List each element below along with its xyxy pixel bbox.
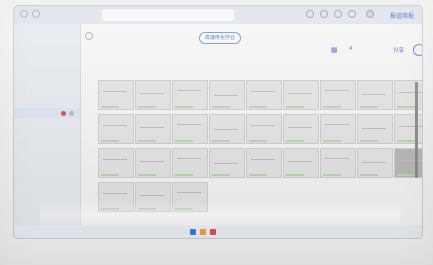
app-icon-blue[interactable]	[190, 229, 196, 235]
image-thumb[interactable]	[172, 148, 208, 178]
image-thumb[interactable]	[283, 114, 319, 144]
image-thumb[interactable]	[283, 148, 319, 178]
image-thumb[interactable]	[357, 80, 393, 110]
image-thumb[interactable]	[246, 114, 282, 144]
image-thumb[interactable]	[209, 114, 245, 144]
browser-tabbar: 报道简报	[14, 6, 422, 24]
image-thumb[interactable]	[209, 80, 245, 110]
image-thumb[interactable]	[320, 114, 356, 144]
back-icon[interactable]	[20, 10, 28, 18]
image-thumb[interactable]	[98, 148, 134, 178]
image-thumb[interactable]	[209, 148, 245, 178]
image-thumb[interactable]	[357, 148, 393, 178]
image-thumb[interactable]	[320, 80, 356, 110]
page-title-pill[interactable]: 高速传化作业	[199, 32, 242, 44]
refresh-icon[interactable]	[32, 10, 40, 18]
monitor-screen: 报道简报 高速传化作业 ▦ 4 分享	[14, 6, 422, 238]
status-dot-icon	[69, 111, 74, 116]
image-thumb[interactable]	[172, 80, 208, 110]
settings-icon[interactable]	[306, 10, 314, 18]
image-thumb[interactable]	[320, 148, 356, 178]
image-thumb[interactable]	[283, 80, 319, 110]
more-options-icon[interactable]	[413, 44, 422, 56]
image-thumb[interactable]	[172, 182, 208, 212]
browser-tab-active[interactable]	[102, 9, 234, 21]
image-thumb[interactable]	[98, 80, 134, 110]
count-badge: 4	[349, 46, 353, 52]
grid-view-icon[interactable]: ▦	[331, 46, 338, 54]
header-link[interactable]: 报道简报	[390, 11, 414, 20]
image-thumb[interactable]	[98, 114, 134, 144]
close-icon[interactable]	[85, 32, 93, 40]
image-thumb[interactable]	[135, 182, 171, 212]
image-thumb[interactable]	[246, 80, 282, 110]
image-thumb[interactable]	[172, 114, 208, 144]
alert-dot-icon	[61, 111, 66, 116]
image-thumb[interactable]	[357, 114, 393, 144]
image-thumb[interactable]	[135, 148, 171, 178]
image-thumb[interactable]	[135, 80, 171, 110]
user-avatar[interactable]	[366, 10, 374, 18]
star-icon[interactable]	[320, 10, 328, 18]
image-thumb[interactable]	[246, 148, 282, 178]
image-thumb[interactable]	[135, 114, 171, 144]
scrollbar[interactable]	[415, 82, 418, 178]
image-thumb[interactable]	[98, 182, 134, 212]
app-icon-orange[interactable]	[200, 229, 206, 235]
taskbar	[14, 225, 422, 238]
photo-of-screen: 报道简报 高速传化作业 ▦ 4 分享	[0, 0, 433, 265]
main-content: 高速传化作业 ▦ 4 分享	[81, 24, 422, 238]
sidebar	[14, 24, 81, 238]
profile-icon[interactable]	[348, 10, 356, 18]
shield-icon[interactable]	[334, 10, 342, 18]
share-button[interactable]: 分享	[393, 46, 404, 54]
app-icon-red[interactable]	[210, 229, 216, 235]
